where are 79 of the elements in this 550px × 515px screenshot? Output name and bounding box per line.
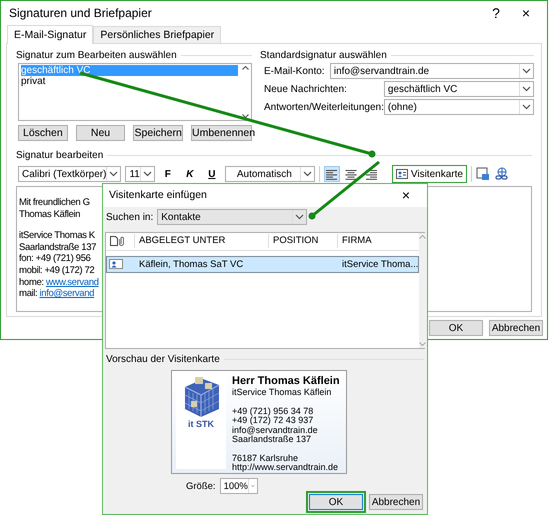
contact-name: Herr Thomas Käflein bbox=[232, 375, 340, 388]
field-label: E-Mail-Konto: bbox=[264, 66, 325, 76]
color-dropdown[interactable]: Automatisch bbox=[224, 166, 315, 182]
dialog-button[interactable]: OK bbox=[309, 494, 363, 510]
italic-button[interactable]: K bbox=[180, 168, 199, 180]
tab[interactable]: E-Mail-Signatur bbox=[7, 25, 94, 44]
window-title: Signaturen und Briefpapier bbox=[9, 6, 153, 20]
table-cell-text: Käflein, Thomas SaT VC bbox=[138, 258, 244, 270]
chevron-down-icon bbox=[106, 167, 120, 181]
action-button[interactable]: Umbenennen bbox=[191, 125, 252, 141]
column-header[interactable]: ABGELEGT UNTER bbox=[134, 234, 268, 248]
align-button[interactable] bbox=[324, 166, 340, 182]
close-button[interactable]: × bbox=[511, 5, 541, 21]
close-button[interactable]: × bbox=[391, 187, 421, 204]
signature-text: Mit freundlichen G bbox=[19, 197, 91, 209]
card-text: +49 (721) 956 34 78 bbox=[232, 406, 314, 416]
scroll-up-icon[interactable] bbox=[242, 66, 249, 70]
help-button[interactable]: ? bbox=[481, 5, 511, 21]
card-text: Saarlandstraße 137 bbox=[232, 435, 312, 444]
dropdown-field[interactable]: info@servandtrain.de bbox=[330, 63, 534, 79]
tab[interactable]: Persönliches Briefpapier bbox=[93, 26, 222, 43]
contact-card-icon bbox=[109, 259, 123, 270]
signature-text: itService Thomas K bbox=[19, 230, 96, 242]
chevron-down-icon bbox=[518, 64, 533, 78]
size-dropdown[interactable]: 100% bbox=[220, 478, 258, 494]
dialog-button[interactable]: Abbrechen bbox=[489, 320, 543, 336]
dropdown-field[interactable]: geschäftlich VC bbox=[384, 81, 534, 97]
font-dropdown[interactable]: Calibri (Textkörper) bbox=[18, 166, 122, 182]
list-item[interactable]: privat bbox=[21, 76, 238, 87]
signature-text: Saarlandstraße 137 bbox=[19, 242, 98, 254]
scroll-down-icon[interactable] bbox=[242, 114, 249, 118]
picture-icon[interactable] bbox=[476, 167, 490, 181]
section-heading: Signatur bearbeiten bbox=[16, 150, 104, 161]
action-button[interactable]: Speichern bbox=[133, 125, 184, 141]
section-heading: Vorschau der Visitenkarte bbox=[106, 354, 220, 366]
underline-button[interactable]: U bbox=[202, 168, 221, 180]
contact-card-icon bbox=[396, 169, 408, 179]
folder-dropdown[interactable]: Kontakte bbox=[157, 209, 308, 226]
chevron-down-icon bbox=[140, 167, 154, 181]
signature-text: mail: info@servand bbox=[19, 288, 96, 300]
signature-text: home: www.servand bbox=[19, 276, 100, 288]
chevron-down-icon bbox=[518, 100, 533, 114]
card-text: info@servandtrain.de bbox=[232, 426, 319, 435]
dialog-button[interactable]: OK bbox=[429, 320, 483, 336]
chevron-down-icon bbox=[292, 210, 306, 224]
field-label: Neue Nachrichten: bbox=[264, 84, 347, 94]
paperclip-icon bbox=[119, 236, 125, 246]
card-text: 76187 Karlsruhe bbox=[232, 454, 300, 464]
column-header[interactable]: POSITION bbox=[268, 234, 337, 248]
logo-text: it STK bbox=[188, 419, 214, 429]
field-label: Suchen in: bbox=[106, 212, 154, 223]
chevron-down-icon bbox=[248, 479, 257, 493]
section-heading: Signatur zum Bearbeiten auswählen bbox=[16, 50, 177, 61]
chevron-down-icon bbox=[518, 82, 533, 96]
link[interactable]: www.servand bbox=[46, 276, 99, 288]
dialog-button[interactable]: Abbrechen bbox=[369, 494, 423, 510]
card-text: +49 (172) 72 43 937 bbox=[232, 416, 314, 426]
annotation-arrow bbox=[308, 160, 380, 220]
signature-text: Thomas Käflein bbox=[19, 208, 82, 220]
card-text: http://www.servandtrain.de bbox=[232, 463, 340, 473]
link[interactable]: info@servand bbox=[40, 288, 94, 300]
field-label: Antworten/Weiterleitungen: bbox=[264, 102, 384, 112]
size-dropdown[interactable]: 11 bbox=[125, 166, 155, 182]
section-heading: Standardsignatur auswählen bbox=[260, 50, 387, 61]
business-card-button[interactable]: Visitenkarte bbox=[392, 165, 467, 183]
link-icon[interactable] bbox=[494, 167, 510, 181]
field-label: Größe: bbox=[186, 480, 216, 492]
contact-row[interactable]: Käflein, Thomas SaT VC itService Thoma... bbox=[106, 256, 420, 273]
table-cell-text: itService Thoma... bbox=[341, 258, 418, 270]
action-button[interactable]: Neu bbox=[76, 125, 126, 141]
action-button[interactable]: Löschen bbox=[18, 125, 68, 141]
signature-text: mobil: +49 (172) 72 bbox=[19, 264, 96, 277]
card-text: itService Thomas Käflein bbox=[232, 388, 332, 398]
chevron-down-icon bbox=[300, 167, 314, 181]
document-icon bbox=[110, 236, 118, 246]
dropdown-field[interactable]: (ohne) bbox=[384, 99, 534, 115]
dialog-title: Visitenkarte einfügen bbox=[109, 189, 208, 202]
bold-button[interactable]: F bbox=[158, 168, 177, 180]
signature-text: fon: +49 (721) 956 bbox=[19, 253, 92, 265]
